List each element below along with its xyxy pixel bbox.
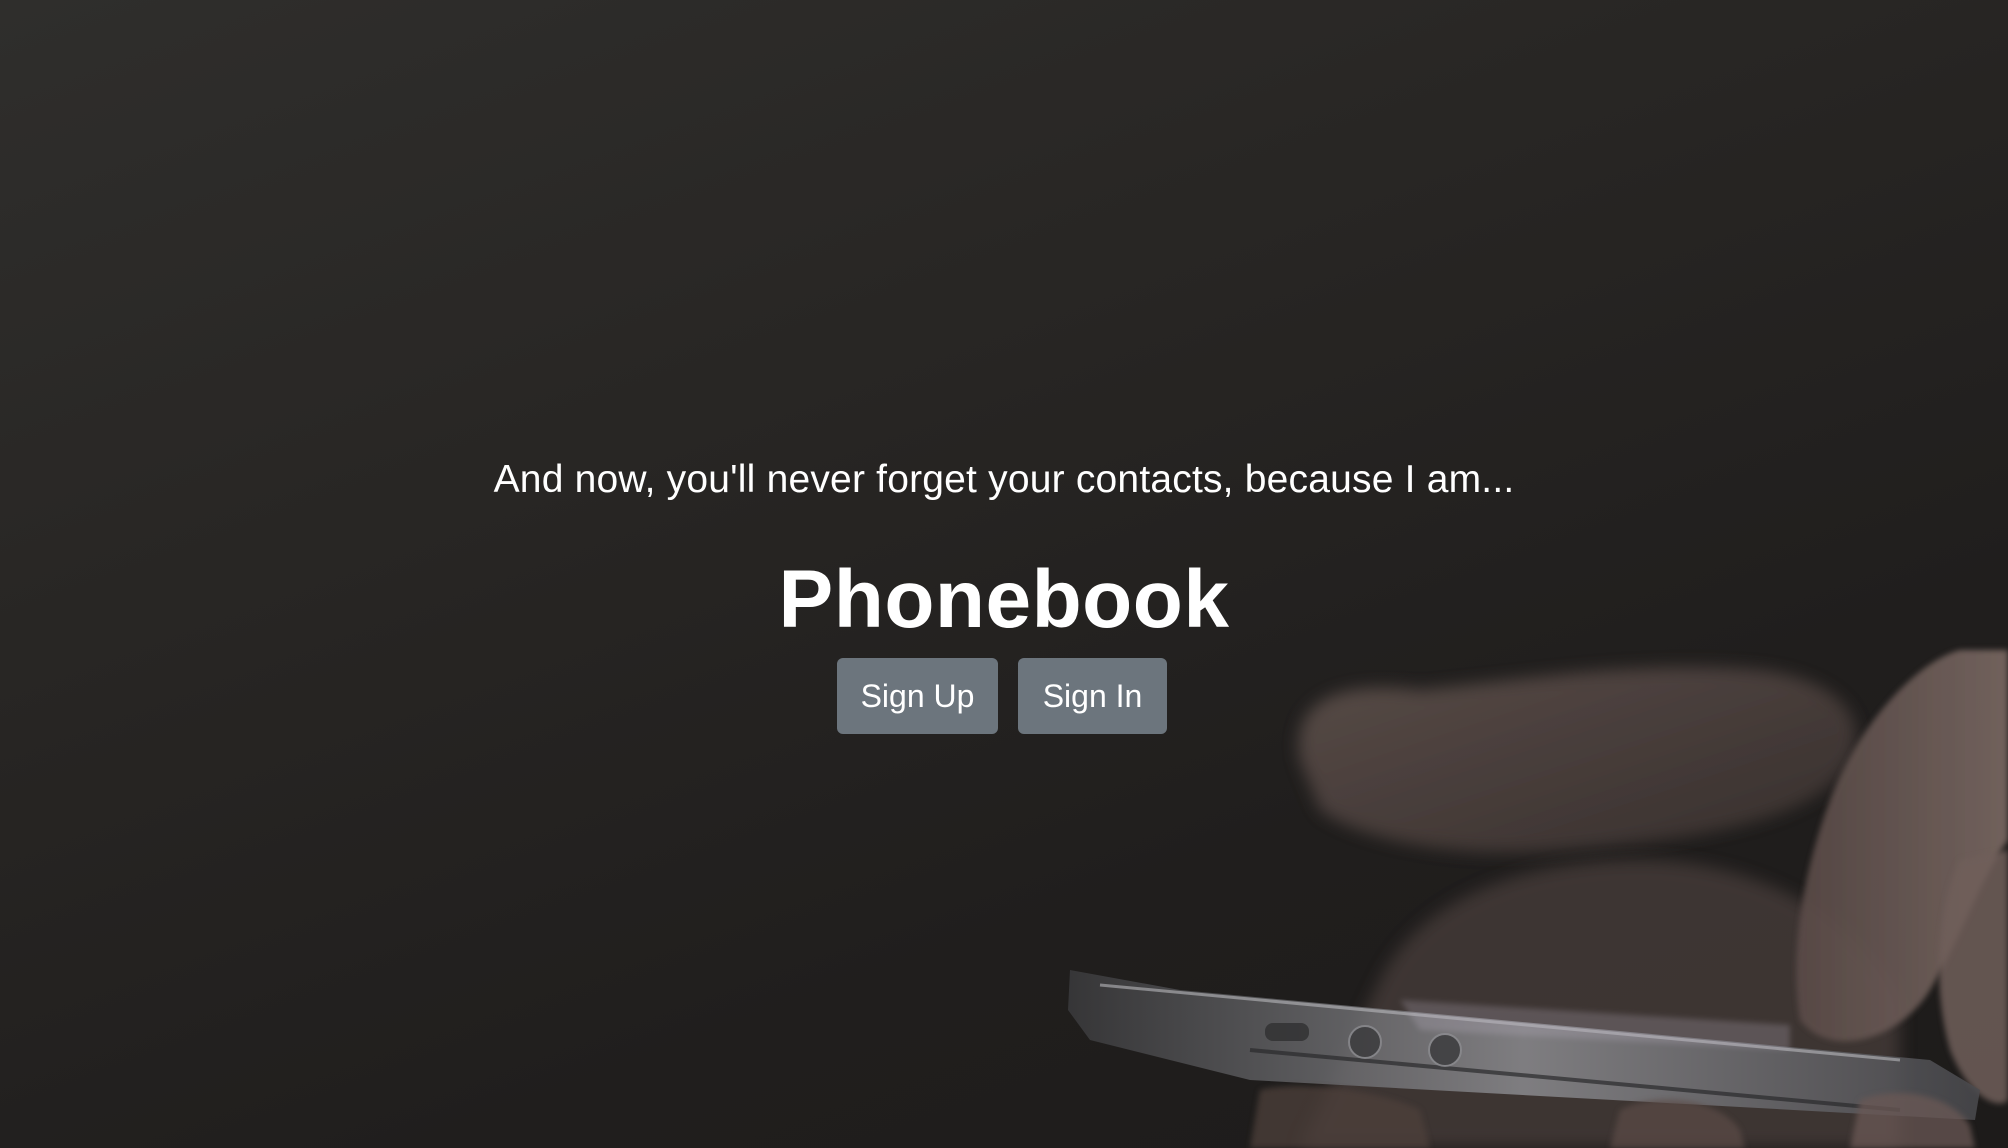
- sign-in-button[interactable]: Sign In: [1018, 658, 1167, 734]
- sign-up-button[interactable]: Sign Up: [837, 658, 998, 734]
- hero-section: And now, you'll never forget your contac…: [0, 452, 2008, 734]
- auth-actions: Sign Up Sign In: [0, 658, 2006, 734]
- app-title: Phonebook: [778, 554, 1230, 645]
- hero-tagline: And now, you'll never forget your contac…: [493, 458, 1515, 501]
